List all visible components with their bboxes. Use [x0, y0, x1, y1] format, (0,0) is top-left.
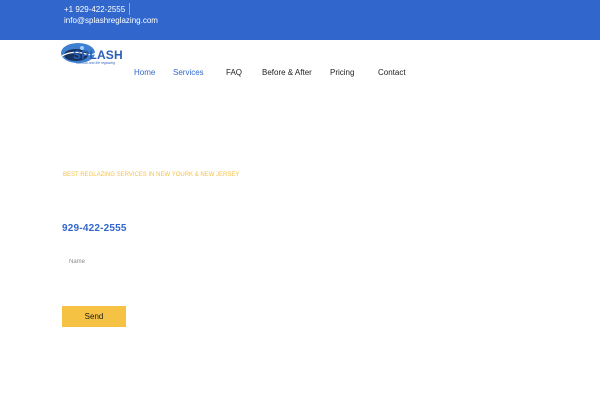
nav-services[interactable]: Services: [173, 68, 206, 77]
logo-tagline: bathtub and tile reglazing: [76, 61, 116, 65]
top-bar: +1 929-422-2555 info@splashreglazing.com: [0, 0, 600, 40]
nav-contact[interactable]: Contact: [378, 68, 406, 77]
nav-before-after[interactable]: Before & After: [262, 68, 312, 77]
main-nav: Home Services FAQ Before & After Pricing…: [0, 68, 600, 80]
hero-phone-link[interactable]: 929-422-2555: [62, 223, 127, 234]
topbar-email-link[interactable]: info@splashreglazing.com: [64, 15, 158, 26]
nav-pricing[interactable]: Pricing: [330, 68, 354, 77]
hero-tagline: BEST REGLAZING SERVICES IN NEW YOURK & N…: [63, 172, 240, 178]
contact-info: +1 929-422-2555 info@splashreglazing.com: [64, 4, 158, 26]
name-field[interactable]: [62, 254, 312, 270]
send-button[interactable]: Send: [62, 306, 126, 327]
logo-wordmark: SPLASH: [73, 48, 123, 62]
nav-faq[interactable]: FAQ: [226, 68, 242, 77]
topbar-phone-link[interactable]: +1 929-422-2555: [64, 4, 158, 15]
contact-divider: [129, 3, 130, 15]
nav-services-label: Services: [173, 68, 204, 77]
nav-home[interactable]: Home: [134, 68, 155, 77]
